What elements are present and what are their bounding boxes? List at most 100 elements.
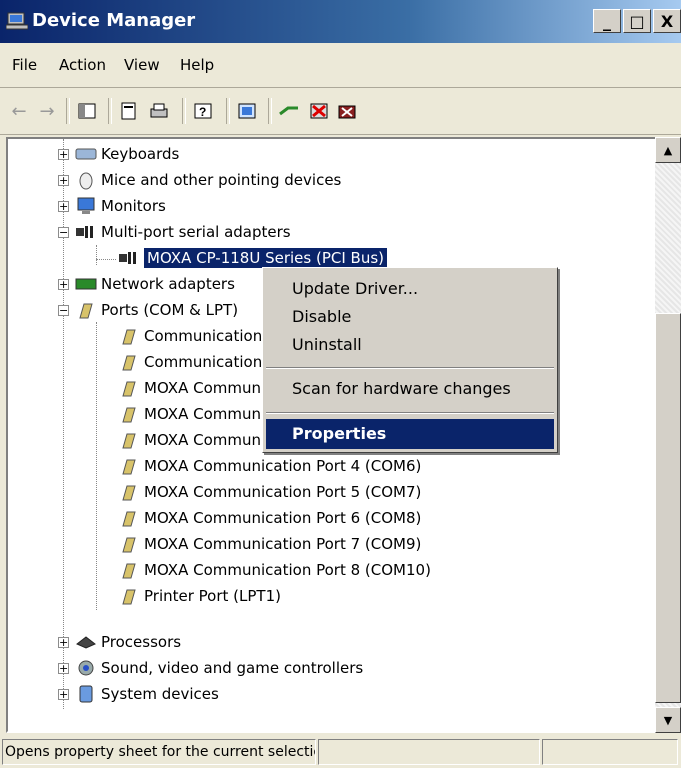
menu-action[interactable]: Action [59, 56, 106, 74]
menu-item-properties[interactable]: Properties [266, 419, 554, 449]
device-manager-window: Device Manager _ □ X File Action View He… [0, 0, 681, 768]
update-driver-icon[interactable] [276, 98, 302, 124]
expand-icon[interactable]: + [58, 148, 69, 160]
tree-item-port[interactable]: MOXA Communication Port 7 (COM9) [118, 531, 421, 557]
menu-bar: File Action View Help [0, 43, 681, 88]
tree-label: Network adapters [101, 275, 235, 293]
tree-item-multiport[interactable]: − Multi-port serial adapters [58, 219, 291, 245]
tree-item-port[interactable]: MOXA Communication Port 5 (COM7) [118, 479, 421, 505]
mouse-icon [75, 170, 97, 190]
tree-item-port[interactable]: MOXA Communication Port 4 (COM6) [118, 453, 421, 479]
menu-item-disable[interactable]: Disable [266, 302, 554, 332]
collapse-icon[interactable]: − [58, 304, 69, 316]
menu-help[interactable]: Help [180, 56, 214, 74]
tree-item-processors[interactable]: + Processors [58, 629, 181, 655]
tree-label: Sound, video and game controllers [101, 659, 364, 677]
svg-text:?: ? [199, 105, 206, 119]
status-panel-2 [318, 739, 540, 765]
port-icon [118, 430, 140, 450]
context-menu: Update Driver... Disable Uninstall Scan … [262, 267, 558, 453]
tree-label: Multi-port serial adapters [101, 223, 291, 241]
back-icon[interactable]: ← [6, 98, 32, 124]
expand-icon[interactable]: + [58, 174, 69, 186]
port-icon [118, 482, 140, 502]
port-icon [118, 378, 140, 398]
monitor-icon [75, 196, 97, 216]
tree-label: Monitors [101, 197, 166, 215]
serial-adapter-icon [75, 222, 97, 242]
forward-icon[interactable]: → [34, 98, 60, 124]
tree-item-ports[interactable]: − Ports (COM & LPT) [58, 297, 238, 323]
status-panel-3 [542, 739, 678, 765]
menu-item-update-driver[interactable]: Update Driver... [266, 274, 554, 304]
menu-separator [266, 412, 554, 414]
processor-icon [75, 632, 97, 652]
network-adapter-icon [75, 274, 97, 294]
port-icon [118, 456, 140, 476]
port-icon [118, 534, 140, 554]
expand-icon[interactable]: + [58, 636, 69, 648]
tree-label: Mice and other pointing devices [101, 171, 342, 189]
port-icon [118, 508, 140, 528]
menu-view[interactable]: View [124, 56, 160, 74]
keyboard-icon [75, 144, 97, 164]
vertical-scrollbar[interactable]: ▲ ▼ [655, 137, 681, 733]
scroll-down-icon[interactable]: ▼ [655, 707, 681, 733]
scan-hardware-icon[interactable] [234, 98, 260, 124]
serial-adapter-icon [118, 248, 140, 268]
tree-label: System devices [101, 685, 219, 703]
tree-item-system[interactable]: + System devices [58, 681, 219, 707]
port-icon [118, 326, 140, 346]
tree-item-sound[interactable]: + Sound, video and game controllers [58, 655, 363, 681]
minimize-button[interactable]: _ [593, 9, 621, 33]
scroll-thumb[interactable] [655, 313, 681, 703]
toolbar: ← → ? [0, 88, 681, 135]
maximize-button[interactable]: □ [623, 9, 651, 33]
disable-icon[interactable] [334, 98, 360, 124]
tree-item-mice[interactable]: + Mice and other pointing devices [58, 167, 341, 193]
status-text: Opens property sheet for the current sel… [2, 739, 316, 765]
menu-separator [266, 367, 554, 369]
expand-icon[interactable]: + [58, 662, 69, 674]
tree-label: Processors [101, 633, 182, 651]
system-device-icon [75, 684, 97, 704]
tree-item-monitors[interactable]: + Monitors [58, 193, 166, 219]
port-icon [118, 560, 140, 580]
scroll-up-icon[interactable]: ▲ [655, 137, 681, 163]
uninstall-icon[interactable] [306, 98, 332, 124]
properties-icon[interactable] [116, 98, 142, 124]
expand-icon[interactable]: + [58, 688, 69, 700]
tree-item-port[interactable]: MOXA Communication Port 8 (COM10) [118, 557, 431, 583]
menu-item-uninstall[interactable]: Uninstall [266, 330, 554, 360]
tree-item-port[interactable]: Printer Port (LPT1) [118, 583, 281, 609]
tree-label: MOXA Communication Port 5 (COM7) [144, 483, 422, 501]
tree-label: MOXA Communication Port 7 (COM9) [144, 535, 422, 553]
speaker-icon [75, 658, 97, 678]
window-title: Device Manager [32, 10, 196, 31]
tree-item-keyboards[interactable]: + Keyboards [58, 141, 179, 167]
computer-icon [6, 12, 28, 30]
port-icon [118, 404, 140, 424]
collapse-icon[interactable]: − [58, 226, 69, 238]
expand-icon[interactable]: + [58, 200, 69, 212]
tree-label: Ports (COM & LPT) [101, 301, 239, 319]
close-button[interactable]: X [653, 9, 681, 33]
tree-item-port[interactable]: MOXA Communication Port 6 (COM8) [118, 505, 421, 531]
tree-label: Keyboards [101, 145, 180, 163]
tree-item-network[interactable]: + Network adapters [58, 271, 235, 297]
tree-label: Printer Port (LPT1) [144, 587, 281, 605]
menu-file[interactable]: File [12, 56, 37, 74]
expand-icon[interactable]: + [58, 278, 69, 290]
port-icon [75, 300, 97, 320]
port-icon [118, 586, 140, 606]
tree-label-selected: MOXA CP-118U Series (PCI Bus) [144, 248, 387, 268]
tree-label: MOXA Communication Port 6 (COM8) [144, 509, 422, 527]
tree-label: MOXA Communication Port 8 (COM10) [144, 561, 431, 579]
show-hide-console-tree-icon[interactable] [74, 98, 100, 124]
title-bar[interactable]: Device Manager _ □ X [0, 0, 681, 43]
help-icon[interactable]: ? [190, 98, 216, 124]
menu-item-scan-hardware[interactable]: Scan for hardware changes [266, 374, 554, 404]
status-bar: Opens property sheet for the current sel… [0, 737, 681, 768]
print-icon[interactable] [146, 98, 172, 124]
tree-label: MOXA Communication Port 4 (COM6) [144, 457, 422, 475]
